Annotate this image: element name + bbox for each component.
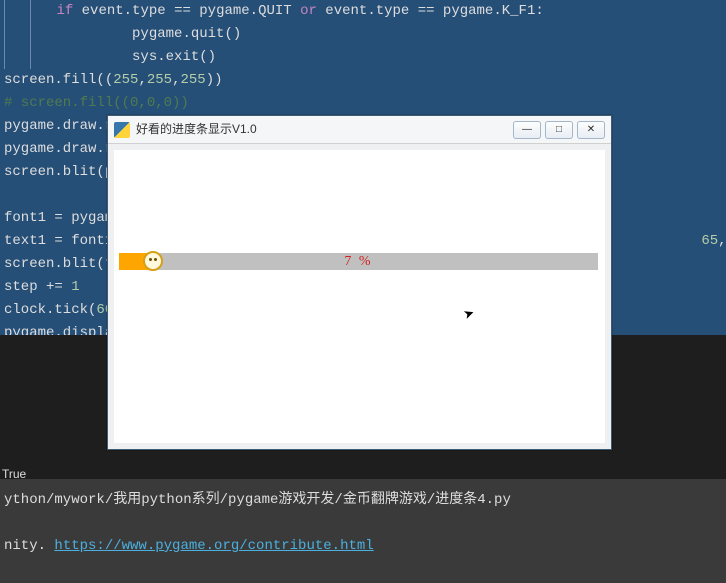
pygame-window[interactable]: 好看的进度条显示V1.0 — □ ✕ 7 % ➤ [107, 115, 612, 450]
python-icon [114, 122, 130, 138]
titlebar[interactable]: 好看的进度条显示V1.0 — □ ✕ [108, 116, 611, 144]
minimize-button[interactable]: — [513, 121, 541, 139]
keyword-or: or [300, 3, 317, 19]
progress-percent-label: 7 % [119, 253, 598, 270]
maximize-button[interactable]: □ [545, 121, 573, 139]
true-indicator: True [2, 463, 26, 486]
window-title: 好看的进度条显示V1.0 [136, 118, 513, 141]
keyword-if: if [56, 3, 73, 19]
terminal-path: ython/mywork/我用python系列/pygame游戏开发/金币翻牌游… [4, 489, 722, 512]
mouse-cursor-icon: ➤ [461, 304, 479, 329]
comment-line: # screen.fill((0,0,0)) [4, 92, 722, 115]
terminal-panel[interactable]: ython/mywork/我用python系列/pygame游戏开发/金币翻牌游… [0, 479, 726, 583]
pygame-contribute-link[interactable]: https://www.pygame.org/contribute.html [54, 538, 373, 554]
progress-bar: 7 % [119, 253, 598, 270]
pygame-canvas: 7 % ➤ [108, 144, 611, 449]
close-button[interactable]: ✕ [577, 121, 605, 139]
